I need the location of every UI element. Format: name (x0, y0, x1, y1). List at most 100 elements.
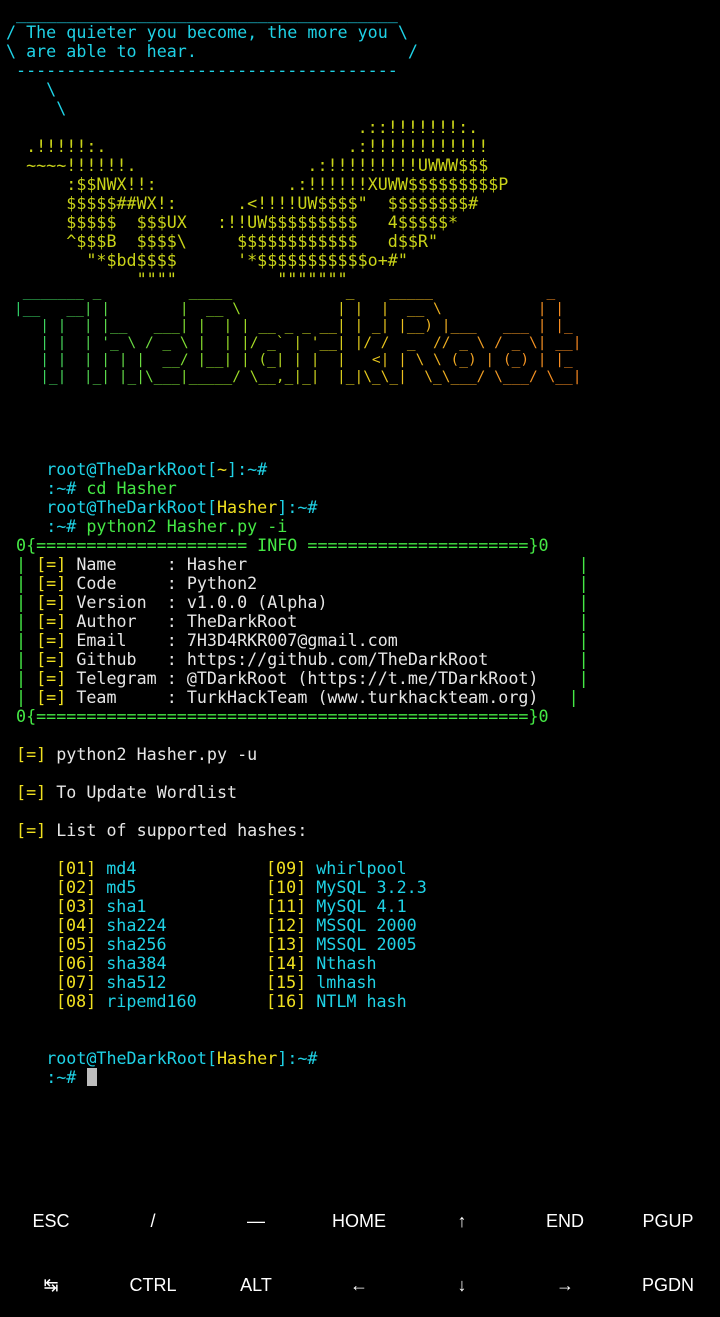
dragon-art-line: ^$$$B $$$$\ $$$$$$$$$$$$ d$$R" (6, 231, 439, 251)
hash-number: [16] (266, 991, 307, 1011)
terminal-screen[interactable]: ______________________________________ /… (0, 0, 720, 1190)
logo-art-line: | | | | | | __/ |__| | (_| | | | <| | \ … (14, 352, 582, 368)
prompt-bracket-close: ] (227, 459, 238, 479)
logo-art-line: | | | |__ ___| | | | __ _ _ __| | _| |__… (14, 318, 582, 334)
info-marker: [=] (36, 630, 67, 650)
prompt-tail: :~# (287, 1048, 318, 1068)
end-key[interactable]: END (514, 1190, 616, 1253)
prompt-dir: ~ (216, 459, 228, 479)
prompt-bracket-open: [ (206, 459, 217, 479)
ctrl-key[interactable]: CTRL (102, 1254, 204, 1317)
info-marker: [=] (36, 649, 67, 669)
hash-number: [10] (266, 877, 307, 897)
command-input-line[interactable]: :~# (6, 1049, 98, 1087)
info-value: Hasher (186, 554, 248, 574)
info-row: | [=] Version : v1.0.0 (Alpha) | (6, 592, 589, 612)
hash-item: [06] sha384 (56, 954, 167, 973)
info-row: | [=] Email : 7H3D4RKR007@gmail.com | (6, 630, 589, 650)
arrow-up-key[interactable]: ↑ (411, 1190, 513, 1253)
hash-name: lmhash (316, 972, 377, 992)
extra-keys-bar: ESC / — HOME ↑ END PGUP ↹ CTRL ALT ← ↓ →… (0, 1190, 720, 1317)
prompt-line: root@TheDarkRoot[~]:~# (6, 441, 267, 479)
hash-item: [04] sha224 (56, 916, 167, 935)
info-corner: }0 (528, 535, 549, 555)
hash-item: [03] sha1 (56, 897, 146, 916)
info-key: Version (76, 592, 157, 612)
dragon-art-line: .::!!!!!!!:. (6, 117, 479, 137)
hash-number: [08] (56, 991, 97, 1011)
pgup-key[interactable]: PGUP (617, 1190, 719, 1253)
hash-name: sha512 (106, 972, 167, 992)
hash-name: MySQL 3.2.3 (316, 877, 427, 897)
arrow-left-key[interactable]: ← (308, 1254, 410, 1317)
info-marker: [=] (36, 573, 67, 593)
quote-top: ______________________________________ (6, 3, 398, 23)
pgdn-key[interactable]: PGDN (617, 1254, 719, 1317)
hash-number: [01] (56, 858, 97, 878)
info-row: | [=] Github : https://github.com/TheDar… (6, 649, 589, 669)
short-prompt: :~# (46, 1067, 77, 1087)
alt-key[interactable]: ALT (205, 1254, 307, 1317)
hash-name: MSSQL 2005 (316, 934, 417, 954)
hash-number: [15] (266, 972, 307, 992)
hash-number: [13] (266, 934, 307, 954)
hash-item: [12] MSSQL 2000 (266, 916, 417, 935)
prompt-bracket-open: [ (206, 1048, 217, 1068)
quote-tail-2: \ (6, 98, 67, 118)
info-row: | [=] Telegram : @TDarkRoot (https://t.m… (6, 668, 589, 688)
note-text: To Update Wordlist (56, 782, 238, 802)
note-line: [=] List of supported hashes: (6, 821, 307, 840)
info-value: Python2 (186, 573, 258, 593)
tab-key[interactable]: ↹ (0, 1254, 102, 1317)
quote-line-1: / The quieter you become, the more you \ (6, 22, 408, 42)
prompt-line: root@TheDarkRoot[Hasher]:~# (6, 1030, 317, 1068)
info-key: Author (76, 611, 157, 631)
hash-number: [14] (266, 953, 307, 973)
hash-number: [11] (266, 896, 307, 916)
hash-item: [14] Nthash (266, 954, 377, 973)
hash-item: [11] MySQL 4.1 (266, 897, 407, 916)
text-cursor (87, 1068, 98, 1086)
hash-number: [12] (266, 915, 307, 935)
prompt-dir: Hasher (216, 1048, 278, 1068)
info-box-bottom: 0{======================================… (6, 707, 549, 726)
dash-key[interactable]: — (205, 1190, 307, 1253)
info-value: https://github.com/TheDarkRoot (186, 649, 489, 669)
info-marker: [=] (36, 668, 67, 688)
esc-key[interactable]: ESC (0, 1190, 102, 1253)
hash-number: [03] (56, 896, 97, 916)
info-value: v1.0.0 (Alpha) (186, 592, 328, 612)
prompt-tail: :~# (237, 459, 268, 479)
hash-number: [04] (56, 915, 97, 935)
note-text: List of supported hashes: (56, 820, 308, 840)
dragon-art-line: ~~~~!!!!!!. .:!!!!!!!!!UWWW$$$ (6, 155, 489, 175)
hash-number: [09] (266, 858, 307, 878)
logo-art-line: |__ __| | | __ \ | | | __ \ | | (14, 301, 582, 317)
hash-name: sha384 (106, 953, 167, 973)
info-marker: [=] (36, 611, 67, 631)
arrow-down-key[interactable]: ↓ (411, 1254, 513, 1317)
home-key[interactable]: HOME (308, 1190, 410, 1253)
slash-key[interactable]: / (102, 1190, 204, 1253)
arrow-right-key[interactable]: → (514, 1254, 616, 1317)
prompt-line: root@TheDarkRoot[Hasher]:~# (6, 479, 317, 517)
hash-item: [15] lmhash (266, 973, 377, 992)
hash-name: md4 (106, 858, 137, 878)
logo-art-line: |_| |_| |_|\___|_____/ \__,_|_| |_|\_\_|… (14, 369, 582, 385)
info-corner: }0 (528, 706, 549, 726)
hash-name: MSSQL 2000 (316, 915, 417, 935)
info-value: TheDarkRoot (186, 611, 298, 631)
hash-name: sha256 (106, 934, 167, 954)
prompt-tail: :~# (287, 497, 318, 517)
hash-item: [16] NTLM hash (266, 992, 407, 1011)
thedarkroot-ascii-logo: _______ _ _____ _ _____ _ |__ __| | | __… (14, 284, 664, 406)
hash-name: ripemd160 (106, 991, 197, 1011)
info-key: Email (76, 630, 157, 650)
hash-item: [01] md4 (56, 859, 136, 878)
info-key: Team (76, 687, 157, 707)
command-text: python2 Hasher.py -i (76, 516, 288, 536)
info-key: Github (76, 649, 157, 669)
info-marker: [=] (36, 592, 67, 612)
note-marker: [=] (16, 782, 47, 802)
info-marker: [=] (36, 554, 67, 574)
